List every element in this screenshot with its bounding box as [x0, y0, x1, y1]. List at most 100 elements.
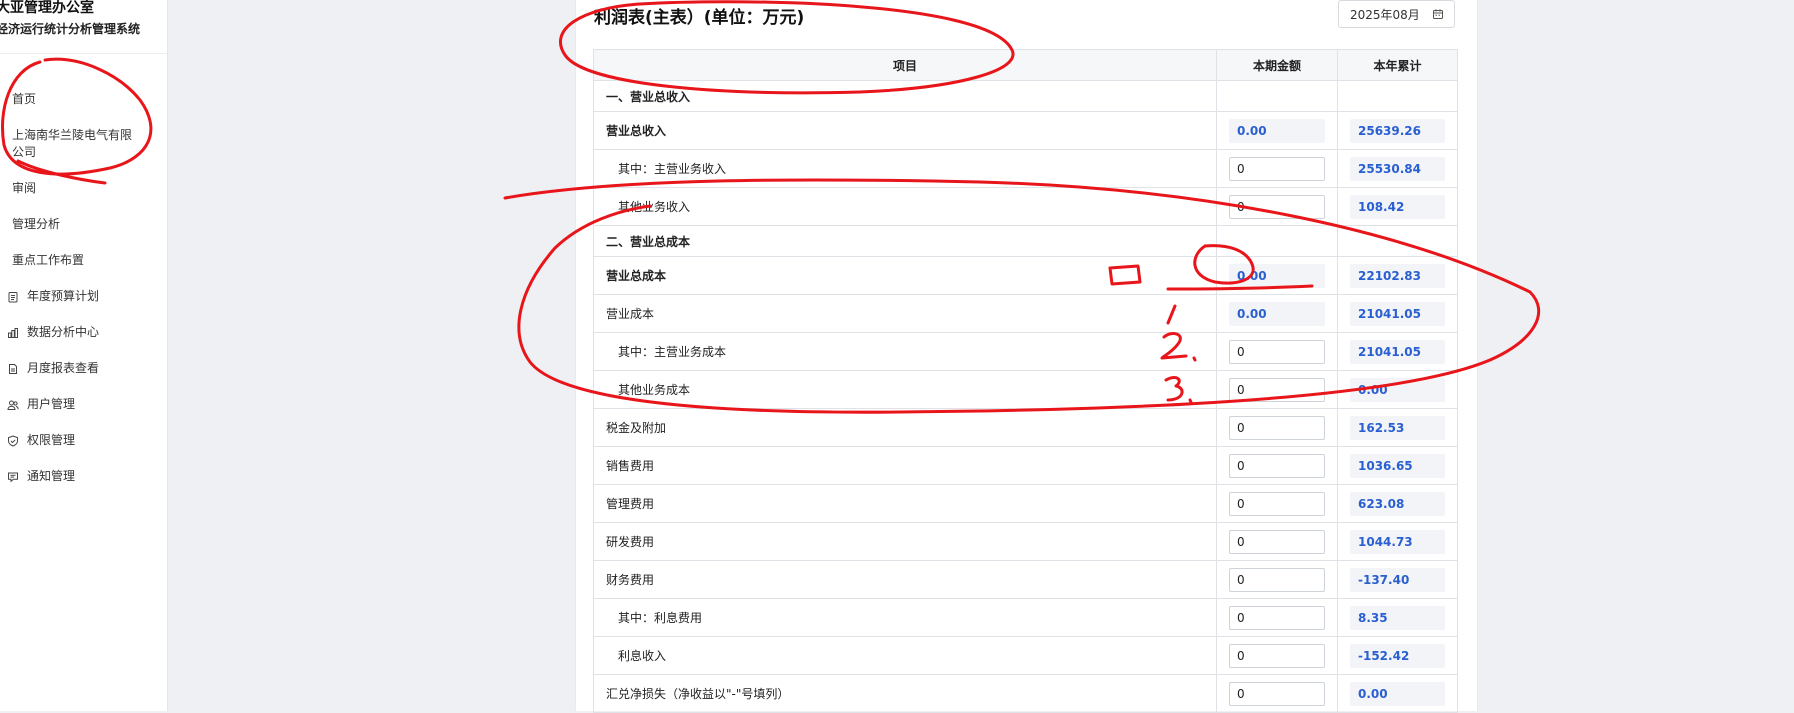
ytd-value: 1036.65 [1350, 453, 1445, 478]
brand-title: 大亚管理办公室 [0, 0, 94, 16]
current-amount-input[interactable]: 0 [1229, 453, 1325, 478]
current-amount-input[interactable]: 0 [1229, 377, 1325, 402]
sidebar-item-home[interactable]: 首页 [12, 91, 36, 108]
current-amount-value: 0.00 [1229, 301, 1325, 326]
date-picker[interactable]: 2025年08月 [1338, 0, 1455, 28]
item-label: 利息收入 [593, 636, 1217, 675]
current-amount-input[interactable]: 0 [1229, 567, 1325, 592]
ytd-value: 0.00 [1350, 377, 1445, 402]
item-label: 其中：主营业务收入 [593, 149, 1217, 188]
table-row: 其他业务成本 0 0.00 [593, 370, 1458, 409]
header-item: 项目 [593, 49, 1217, 81]
current-amount-input[interactable]: 0 [1229, 415, 1325, 440]
ytd-value: 623.08 [1350, 491, 1445, 516]
current-amount-input[interactable]: 0 [1229, 605, 1325, 630]
table-row: 利息收入 0 -152.42 [593, 636, 1458, 675]
current-amount-cell: 0.00 [1216, 111, 1338, 150]
brand-subtitle: 经济运行统计分析管理系统 [0, 22, 141, 36]
ytd-value: 25530.84 [1350, 156, 1445, 181]
current-amount-cell: 0 [1216, 560, 1338, 599]
table-row: 其中：主营业务收入 0 25530.84 [593, 149, 1458, 188]
table-row: 管理费用 0 623.08 [593, 484, 1458, 523]
item-label: 营业成本 [593, 294, 1217, 333]
current-amount-input[interactable]: 0 [1229, 681, 1325, 706]
sidebar-item-management-analysis[interactable]: 管理分析 [12, 216, 60, 233]
document-icon [7, 363, 19, 375]
current-amount-value: 0.00 [1229, 263, 1325, 288]
table-body: 一、营业总收入 营业总收入 0.00 25639.26 其中：主营业务收入 0 25530.… [593, 80, 1458, 713]
table-row: 营业总成本 0.00 22102.83 [593, 256, 1458, 295]
income-statement-table: 项目 本期金额 本年累计 一、营业总收入 营业总收入 0.00 25639.26 其中：… [593, 49, 1458, 713]
ytd-cell: 21041.05 [1337, 332, 1458, 371]
date-value: 2025年08月 [1350, 7, 1420, 22]
current-amount-input[interactable]: 0 [1229, 156, 1325, 181]
shield-icon [7, 434, 19, 447]
table-row: 税金及附加 0 162.53 [593, 408, 1458, 447]
current-amount-input[interactable]: 0 [1229, 491, 1325, 516]
page-title: 利润表(主表）(单位：万元) [594, 8, 805, 28]
ytd-value: -137.40 [1350, 567, 1445, 592]
ytd-cell: 108.42 [1337, 187, 1458, 226]
sidebar-item-label: 通知管理 [27, 469, 76, 483]
ytd-cell: -152.42 [1337, 636, 1458, 675]
sidebar-item-permission-management[interactable]: 权限管理 [7, 432, 75, 449]
sidebar-item-company[interactable]: 上海南华兰陵电气有限公司 [12, 127, 140, 161]
item-label: 其中：利息费用 [593, 598, 1217, 637]
table-row: 营业成本 0.00 21041.05 [593, 294, 1458, 333]
table-row: 财务费用 0 -137.40 [593, 560, 1458, 599]
current-amount-cell: 0 [1216, 187, 1338, 226]
current-amount-input[interactable]: 0 [1229, 194, 1325, 219]
ytd-cell: 25530.84 [1337, 149, 1458, 188]
message-icon [7, 471, 19, 483]
ytd-value: 21041.05 [1350, 301, 1445, 326]
item-label: 其他业务收入 [593, 187, 1217, 226]
sidebar-item-label: 权限管理 [27, 433, 76, 447]
current-amount-cell: 0.00 [1216, 294, 1338, 333]
sidebar-item-label: 数据分析中心 [27, 325, 100, 339]
ytd-value: 25639.26 [1350, 118, 1445, 143]
current-amount-cell: 0 [1216, 598, 1338, 637]
sidebar-item-monthly-report[interactable]: 月度报表查看 [7, 360, 99, 377]
sidebar-item-review[interactable]: 审阅 [12, 180, 36, 197]
current-amount-input[interactable]: 0 [1229, 643, 1325, 668]
current-amount-cell [1216, 225, 1338, 257]
ytd-cell: 22102.83 [1337, 256, 1458, 295]
brand: 大亚管理办公室 经济运行统计分析管理系统 [0, 0, 140, 37]
current-amount-cell [1216, 80, 1338, 112]
ytd-value: 8.35 [1350, 605, 1445, 630]
table-row: 其中：主营业务成本 0 21041.05 [593, 332, 1458, 371]
ytd-cell: 1036.65 [1337, 446, 1458, 485]
table-row: 汇兑净损失（净收益以"-"号填列） 0 0.00 [593, 674, 1458, 713]
item-label: 其他业务成本 [593, 370, 1217, 409]
calendar-icon [1432, 8, 1444, 20]
sidebar-item-key-work[interactable]: 重点工作布置 [12, 252, 84, 269]
ytd-cell: 25639.26 [1337, 111, 1458, 150]
header-current-amount: 本期金额 [1216, 49, 1338, 81]
brand-divider [0, 53, 167, 54]
sidebar-item-data-analysis[interactable]: 数据分析中心 [7, 324, 99, 341]
ytd-cell [1337, 225, 1458, 257]
ytd-cell: -137.40 [1337, 560, 1458, 599]
sidebar-item-user-management[interactable]: 用户管理 [7, 396, 75, 413]
current-amount-cell: 0 [1216, 370, 1338, 409]
ytd-cell [1337, 80, 1458, 112]
sidebar: 大亚管理办公室 经济运行统计分析管理系统 首页 上海南华兰陵电气有限公司 审阅 … [0, 0, 168, 711]
sidebar-item-notification-management[interactable]: 通知管理 [7, 468, 75, 485]
current-amount-cell: 0 [1216, 408, 1338, 447]
item-label: 营业总收入 [593, 111, 1217, 150]
ytd-cell: 21041.05 [1337, 294, 1458, 333]
bar-chart-icon [7, 327, 19, 339]
item-label: 二、营业总成本 [593, 225, 1217, 257]
current-amount-input[interactable]: 0 [1229, 339, 1325, 364]
ytd-value: 162.53 [1350, 415, 1445, 440]
current-amount-cell: 0 [1216, 636, 1338, 675]
current-amount-cell: 0 [1216, 149, 1338, 188]
current-amount-cell: 0 [1216, 522, 1338, 561]
sidebar-item-annual-budget[interactable]: 年度预算计划 [7, 288, 99, 305]
clipboard-icon [7, 291, 19, 303]
ytd-cell: 0.00 [1337, 370, 1458, 409]
current-amount-input[interactable]: 0 [1229, 529, 1325, 554]
table-row: 销售费用 0 1036.65 [593, 446, 1458, 485]
ytd-cell: 1044.73 [1337, 522, 1458, 561]
header-ytd: 本年累计 [1337, 49, 1458, 81]
